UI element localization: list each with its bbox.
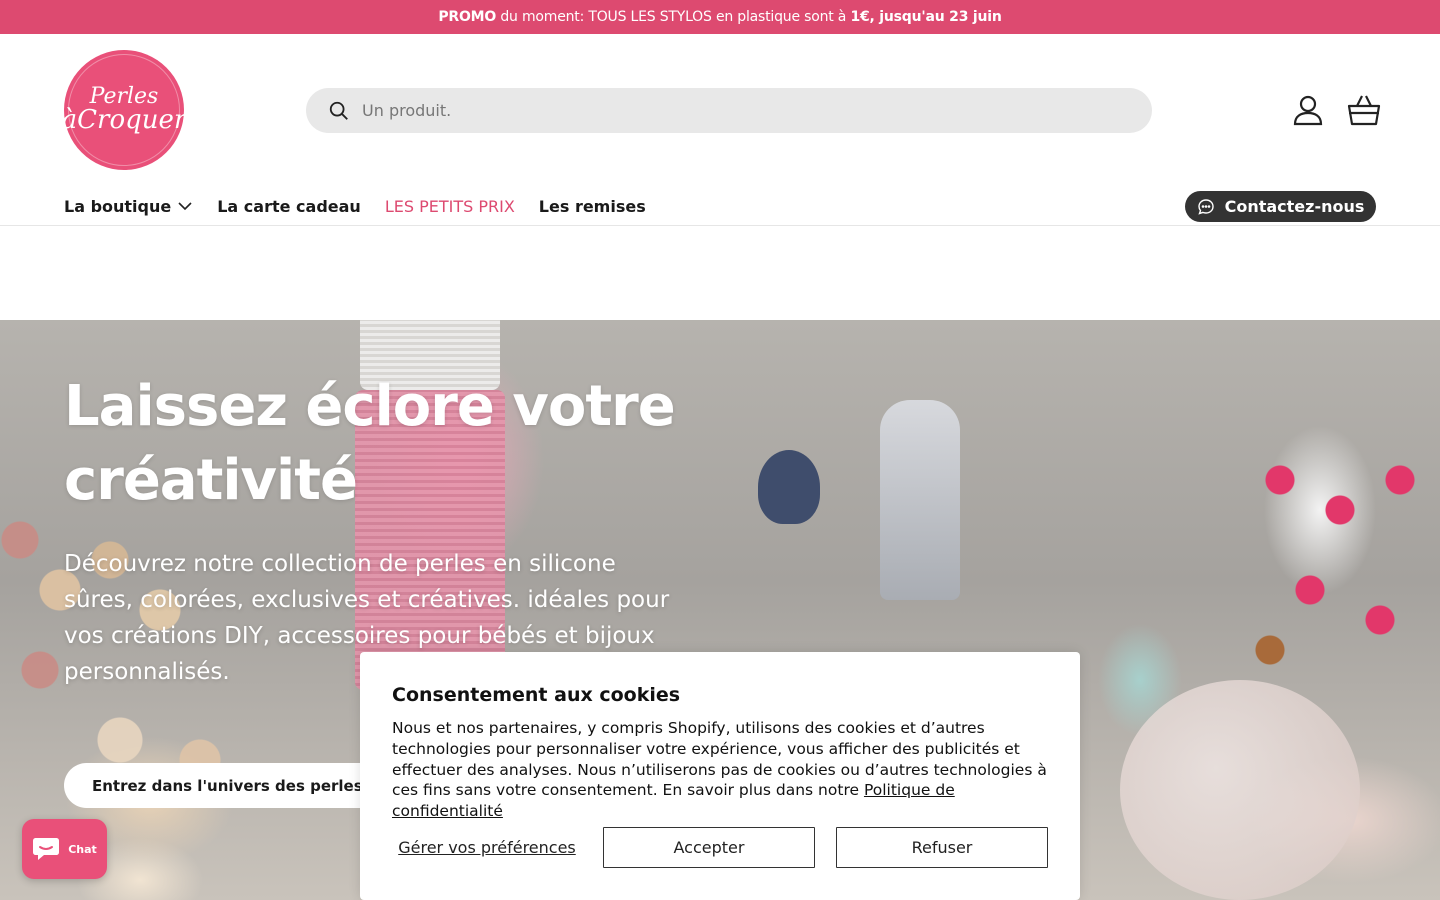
chat-icon (33, 838, 60, 860)
hero-content: Laissez éclore votre créativité Découvre… (64, 370, 684, 690)
nav-item-label: La boutique (64, 196, 172, 216)
nav-item-label: LES PETITS PRIX (384, 196, 515, 216)
site-header: Perles àCroquer La boutique La carte cad… (0, 34, 1440, 226)
promo-bold-label: PROMO (438, 9, 497, 25)
chat-bubble-icon (1197, 198, 1214, 215)
accept-label: Accepter (673, 838, 745, 857)
manage-preferences-link[interactable]: Gérer vos préférences (392, 838, 582, 857)
nav-item-carte-cadeau[interactable]: La carte cadeau (217, 194, 361, 218)
contact-label: Contactez-nous (1224, 197, 1365, 216)
cookie-title: Consentement aux cookies (392, 684, 681, 706)
contact-button[interactable]: Contactez-nous (1185, 191, 1376, 222)
chevron-down-icon (178, 202, 192, 211)
store-logo[interactable]: Perles àCroquer (62, 50, 186, 170)
search-icon[interactable] (328, 100, 350, 122)
account-icon[interactable] (1290, 92, 1326, 128)
refuse-button[interactable]: Refuser (836, 827, 1048, 868)
nav-item-boutique[interactable]: La boutique (64, 194, 193, 218)
accept-button[interactable]: Accepter (603, 827, 815, 868)
search-bar[interactable] (306, 88, 1152, 133)
hero-image-glass-bowl (1120, 680, 1360, 900)
cookie-body: Nous et nos partenaires, y compris Shopi… (392, 718, 1048, 822)
basket-icon[interactable] (1346, 92, 1382, 128)
promo-deal-text: 1€, jusqu'au 23 juin (850, 9, 1002, 25)
refuse-label: Refuser (911, 838, 973, 857)
cookie-actions: Gérer vos préférences Accepter Refuser (392, 827, 1048, 868)
chat-widget-button[interactable]: Chat (22, 819, 107, 879)
chat-label: Chat (68, 842, 97, 856)
nav-item-remises[interactable]: Les remises (539, 194, 646, 218)
hero-cta-button[interactable]: Entrez dans l'univers des perles en sili… (64, 763, 404, 808)
promo-banner: PROMO du moment: TOUS LES STYLOS en plas… (0, 0, 1440, 34)
nav-item-label: Les remises (538, 196, 646, 216)
hero-image-shell (758, 450, 820, 524)
search-input[interactable] (362, 101, 1062, 120)
logo-ring (68, 54, 180, 166)
hero-cta-label: Entrez dans l'univers des perles en sili… (92, 776, 404, 795)
nav-item-label: La carte cadeau (217, 196, 361, 216)
main-nav: La boutique La carte cadeau LES PETITS P… (64, 194, 670, 218)
hero-title: Laissez éclore votre créativité (64, 374, 676, 513)
hero-image-pink-beads (1250, 440, 1440, 690)
nav-item-petits-prix[interactable]: LES PETITS PRIX (385, 194, 515, 218)
hero-image-bottle-opener (880, 400, 960, 600)
cookie-consent-dialog: Consentement aux cookies Nous et nos par… (360, 652, 1080, 900)
promo-text: du moment: TOUS LES STYLOS en plastique … (496, 9, 851, 25)
